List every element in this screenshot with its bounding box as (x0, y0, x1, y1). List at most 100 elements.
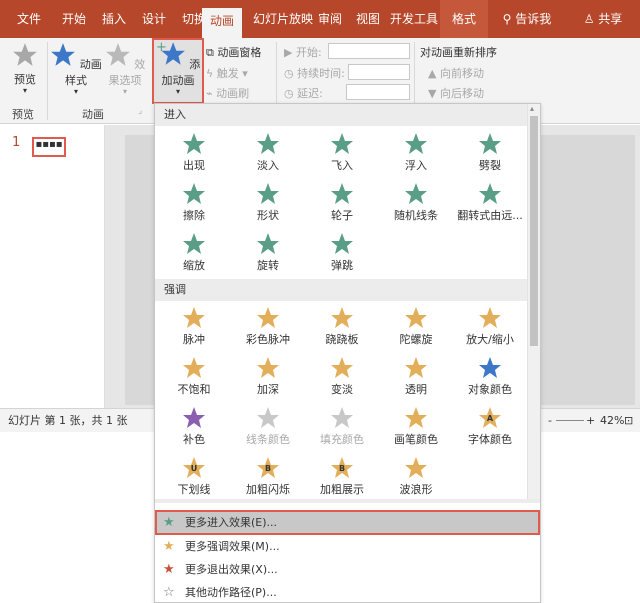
effect-darken[interactable]: 加深 (231, 352, 305, 404)
effect-shape[interactable]: 形状 (231, 178, 305, 230)
effect-wheel[interactable]: 轮子 (305, 178, 379, 230)
effect-label: 不饱和 (177, 383, 211, 396)
effect-pulse[interactable]: 脉冲 (157, 302, 231, 354)
effect-complementary-color[interactable]: 补色 (157, 402, 231, 454)
emphasis-effect-icon (379, 306, 453, 330)
zoom-out-button[interactable]: - (548, 409, 552, 433)
person-icon: ♙ (583, 12, 595, 26)
effect-lighten[interactable]: 变淡 (305, 352, 379, 404)
effect-spin[interactable]: 陀螺旋 (379, 302, 453, 354)
effect-appear[interactable]: 出现 (157, 128, 231, 180)
effect-options-button[interactable]: 效果选项 ▾ (100, 42, 150, 96)
share-button[interactable]: ♙ 共享 (576, 0, 630, 38)
move-earlier-button[interactable]: ▲ 向前移动 (428, 65, 484, 81)
share-label: 共享 (598, 12, 623, 26)
effect-grow-shrink[interactable]: 放大/缩小 (453, 302, 527, 354)
more-motion-paths[interactable]: ☆ 其他动作路径(P)... (155, 581, 540, 602)
animation-pane-button[interactable]: ⧉ 动画窗格 (206, 44, 261, 60)
more-emphasis-effects[interactable]: ★ 更多强调效果(M)... (155, 535, 540, 558)
effect-fade[interactable]: 淡入 (231, 128, 305, 180)
fit-slide-icon[interactable]: ⊡ (624, 409, 633, 433)
preview-button[interactable]: 预览 ▾ (8, 42, 42, 95)
move-later-label: 向后移动 (439, 87, 484, 100)
triangle-down-icon: ▼ (428, 87, 437, 100)
scroll-up-icon[interactable]: ▴ (530, 104, 534, 113)
tell-me-button[interactable]: ⚲ 告诉我 (498, 0, 556, 38)
section-header-emphasis: 强调 (155, 279, 540, 301)
duration-input[interactable] (348, 64, 410, 80)
slide-number: 1 (12, 135, 21, 150)
zoom-level[interactable]: 42% (600, 409, 624, 433)
effect-grow-turn[interactable]: 翻转式由远... (453, 178, 527, 230)
effect-underline[interactable]: U 下划线 (157, 452, 231, 504)
emphasis-effect-icon (305, 406, 379, 430)
gallery-scrollbar[interactable]: ▴ (527, 104, 540, 499)
effect-font-color[interactable]: A 字体颜色 (453, 402, 527, 454)
entrance-effect-icon (379, 182, 453, 206)
tab-file[interactable]: 文件 (8, 0, 50, 38)
effect-float-in[interactable]: 浮入 (379, 128, 453, 180)
tab-design[interactable]: 设计 (134, 0, 174, 38)
exit-star-icon: ★ (163, 562, 175, 577)
animation-styles-button[interactable]: 动画样式 ▾ (50, 42, 102, 96)
effect-swivel[interactable]: 旋转 (231, 228, 305, 280)
effect-desaturate[interactable]: 不饱和 (157, 352, 231, 404)
effect-bold-reveal[interactable]: B 加粗展示 (305, 452, 379, 504)
tab-home[interactable]: 开始 (54, 0, 94, 38)
scroll-thumb[interactable] (530, 116, 538, 346)
more-exit-effects[interactable]: ★ 更多退出效果(X)... (155, 558, 540, 581)
trigger-button[interactable]: ϟ 触发 ▾ (206, 65, 248, 81)
delay-input[interactable] (346, 84, 410, 100)
tab-developer[interactable]: 开发工具 (384, 0, 444, 38)
dialog-launcher-icon[interactable]: ⌟ (138, 106, 142, 116)
lightbulb-icon: ⚲ (502, 12, 512, 26)
effect-bounce[interactable]: 弹跳 (305, 228, 379, 280)
play-icon: ▶ (284, 46, 293, 59)
tab-insert[interactable]: 插入 (94, 0, 134, 38)
triangle-up-icon: ▲ (428, 67, 437, 80)
effect-label: 形状 (257, 209, 279, 222)
emphasis-effect-icon (379, 406, 453, 430)
entrance-effect-icon (231, 132, 305, 156)
effect-label: 旋转 (257, 259, 279, 272)
effect-bold-flash[interactable]: B 加粗闪烁 (231, 452, 305, 504)
chevron-down-icon: ▾ (242, 67, 248, 80)
svg-text:U: U (191, 464, 198, 473)
emphasis-effect-icon: B (305, 456, 379, 480)
effect-wipe[interactable]: 擦除 (157, 178, 231, 230)
effect-zoom[interactable]: 缩放 (157, 228, 231, 280)
effect-label: 擦除 (183, 209, 205, 222)
tab-review[interactable]: 审阅 (310, 0, 350, 38)
effect-label: 变淡 (331, 383, 353, 396)
animation-pane-label: 动画窗格 (217, 46, 262, 59)
clock-icon: ◷ (284, 67, 294, 80)
effect-label: 缩放 (183, 259, 205, 272)
slide-thumbnail[interactable]: ▪▪▪▪ (32, 137, 66, 157)
effect-fly-in[interactable]: 飞入 (305, 128, 379, 180)
animation-star-icon (51, 43, 76, 66)
effect-teeter[interactable]: 跷跷板 (305, 302, 379, 354)
effect-object-color[interactable]: 对象颜色 (453, 352, 527, 404)
effect-wave[interactable]: 波浪形 (379, 452, 453, 504)
move-later-button[interactable]: ▼ 向后移动 (428, 85, 484, 101)
effect-color-pulse[interactable]: 彩色脉冲 (231, 302, 305, 354)
zoom-slider[interactable] (556, 420, 584, 421)
emphasis-effect-icon (379, 456, 453, 480)
emphasis-effect-icon (379, 356, 453, 380)
effect-brush-color[interactable]: 画笔颜色 (379, 402, 453, 454)
effect-fill-color[interactable]: 填充颜色 (305, 402, 379, 454)
tab-format[interactable]: 格式 (440, 0, 488, 38)
emphasis-effect-icon: B (231, 456, 305, 480)
tab-view[interactable]: 视图 (348, 0, 388, 38)
effect-split[interactable]: 劈裂 (453, 128, 527, 180)
effect-random-bars[interactable]: 随机线条 (379, 178, 453, 230)
emphasis-effect-icon (305, 306, 379, 330)
effect-line-color[interactable]: 线条颜色 (231, 402, 305, 454)
start-select[interactable] (328, 43, 410, 59)
tab-animations[interactable]: 动画 (202, 8, 242, 38)
add-animation-gallery: 进入 出现 淡入 飞入 浮入 劈裂 擦除 形状 轮子 随机线条 翻转式由远... 缩放 旋转 弹跳 强调… (154, 103, 541, 603)
animation-painter-button[interactable]: ⌁ 动画刷 (206, 85, 249, 101)
zoom-in-button[interactable]: + (586, 409, 595, 433)
delay-label: 延迟: (297, 87, 323, 100)
effect-transparency[interactable]: 透明 (379, 352, 453, 404)
